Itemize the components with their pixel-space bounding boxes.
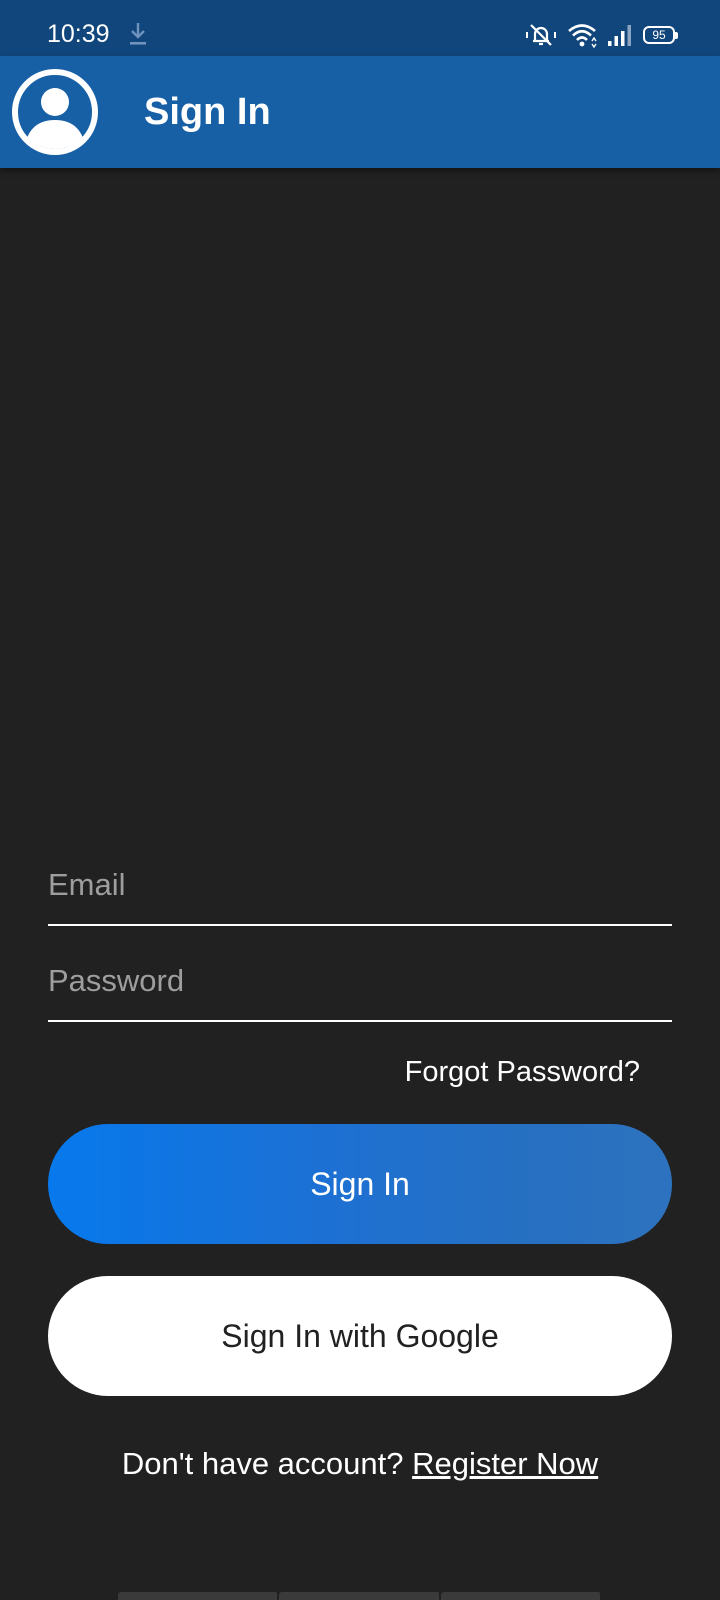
forgot-password-link[interactable]: Forgot Password? xyxy=(405,1054,640,1090)
sign-in-button[interactable]: Sign In xyxy=(48,1124,672,1244)
signal-icon xyxy=(608,25,631,46)
app-bar: Sign In xyxy=(0,56,720,168)
battery-level: 95 xyxy=(652,28,666,42)
sign-in-screen: 10:39 95 Sign In Email Forgot Password? … xyxy=(0,0,720,1600)
password-field[interactable] xyxy=(48,942,672,1020)
mute-icon xyxy=(526,24,556,46)
password-field-container xyxy=(48,942,672,1022)
account-circle-icon[interactable] xyxy=(12,69,98,155)
register-now-link[interactable]: Register Now xyxy=(412,1446,598,1481)
status-icons: 95 xyxy=(525,20,678,50)
google-sign-in-button-label: Sign In with Google xyxy=(221,1317,499,1354)
email-field-container xyxy=(48,846,672,926)
sign-in-button-label: Sign In xyxy=(310,1165,410,1202)
google-sign-in-button[interactable]: Sign In with Google xyxy=(48,1276,672,1396)
register-row: Don't have account? Register Now xyxy=(0,1444,720,1484)
wifi-icon xyxy=(568,24,597,48)
email-field[interactable] xyxy=(48,846,672,924)
battery-icon: 95 xyxy=(643,26,678,44)
download-icon xyxy=(130,23,146,45)
status-bar: 10:39 95 xyxy=(0,0,720,56)
navigation-handle xyxy=(118,1592,602,1600)
page-title: Sign In xyxy=(144,91,271,133)
status-time: 10:39 xyxy=(47,20,110,48)
register-prompt: Don't have account? xyxy=(121,1446,413,1481)
